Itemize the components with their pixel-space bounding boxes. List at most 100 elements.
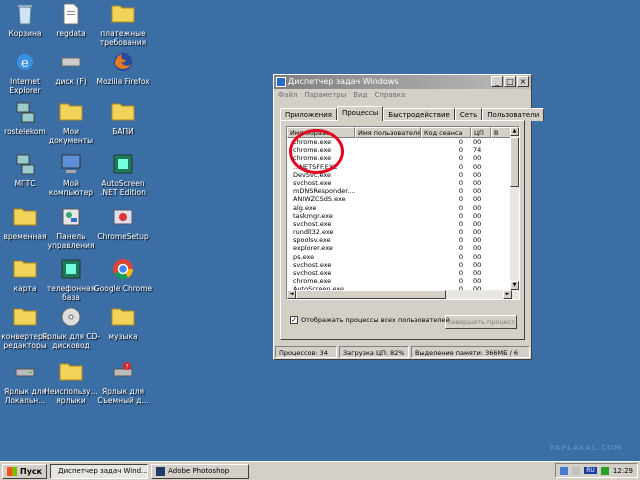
close-button[interactable]: × <box>517 76 529 87</box>
end-process-button[interactable]: Завершить процесс <box>445 315 517 329</box>
process-name: alg.exe <box>293 203 317 212</box>
taskbar: Пуск Диспетчер задач Wind... Adobe Photo… <box>0 461 640 480</box>
svg-text:e: e <box>21 56 29 71</box>
process-name: spoolsv.exe <box>293 236 331 245</box>
language-indicator[interactable]: RU <box>584 467 597 474</box>
process-row[interactable]: chrome.exe 0 74 <box>287 146 519 154</box>
process-row[interactable]: chrome.exe 0 00 <box>287 138 519 146</box>
column-cpu[interactable]: ЦП <box>471 127 491 138</box>
taskbar-task-photoshop[interactable]: Adobe Photoshop <box>151 463 250 479</box>
task-manager-window[interactable]: Диспетчер задач Windows _ □ × Файл Парам… <box>273 74 545 360</box>
menu-options[interactable]: Параметры <box>304 89 346 101</box>
volume-icon[interactable] <box>572 466 581 475</box>
process-cpu: 00 <box>473 170 482 179</box>
process-name: taskmgr.exe <box>293 211 333 220</box>
desktop-icon-label: Google Chrome <box>93 284 153 293</box>
process-row[interactable]: mDNSResponder.... 0 00 <box>287 187 519 195</box>
process-session: 0 <box>458 195 463 204</box>
process-user <box>355 261 421 269</box>
process-cpu: 00 <box>473 269 482 277</box>
desktop-icon[interactable]: Mozilla Firefox <box>92 50 154 86</box>
window-title: Диспетчер задач Windows <box>288 77 399 86</box>
folder-icon <box>59 360 83 384</box>
desktop-icon[interactable]: AutoScreen .NET Edition <box>92 152 154 197</box>
process-user <box>355 146 421 154</box>
doc-icon <box>59 2 83 26</box>
desktop-icon[interactable]: платежные требования <box>92 2 154 47</box>
scroll-right-button[interactable]: ► <box>503 290 512 299</box>
process-session: 0 <box>458 203 463 212</box>
drive-icon <box>13 360 37 384</box>
process-row[interactable]: ANIWZCSdS.exe 0 00 <box>287 195 519 203</box>
menu-help[interactable]: Справка <box>374 89 405 101</box>
process-session: 0 <box>458 219 463 228</box>
column-session-id[interactable]: Код сеанса <box>421 127 471 138</box>
desktop-icon[interactable]: музыка <box>92 305 154 341</box>
process-row[interactable]: ps.exe 0 00 <box>287 253 519 261</box>
column-image-name[interactable]: Имя образа <box>287 127 355 138</box>
process-row[interactable]: svchost.exe 0 00 <box>287 220 519 228</box>
desktop-icon[interactable]: ChromeSetup <box>92 205 154 241</box>
desktop-icon[interactable]: Google Chrome <box>92 257 154 293</box>
net-icon <box>13 152 37 176</box>
process-row[interactable]: DevSvc.exe 0 00 <box>287 171 519 179</box>
process-user <box>355 154 421 162</box>
process-name: svchost.exe <box>293 178 332 187</box>
tray-app-icon[interactable] <box>600 466 609 475</box>
tab-processes[interactable]: Процессы <box>336 106 384 121</box>
process-user <box>355 253 421 261</box>
scroll-thumb[interactable] <box>510 137 519 187</box>
minimize-button[interactable]: _ <box>491 76 503 87</box>
process-cpu: 00 <box>473 211 482 220</box>
start-label: Пуск <box>20 466 43 476</box>
title-bar[interactable]: Диспетчер задач Windows _ □ × <box>274 75 531 89</box>
process-row[interactable]: svchost.exe 0 00 <box>287 179 519 187</box>
process-cpu: 00 <box>473 162 482 171</box>
process-name: chrome.exe <box>293 277 332 286</box>
network-icon[interactable] <box>560 466 569 475</box>
scroll-down-button[interactable]: ▼ <box>510 281 519 290</box>
process-name: ps.exe <box>293 252 315 261</box>
process-rows: chrome.exe 0 00 chrome.exe 0 74 chrome.exe 0 00.… <box>287 138 519 294</box>
show-all-checkbox[interactable]: ✓ <box>290 316 298 324</box>
process-row[interactable]: svchost.exe 0 00 <box>287 261 519 269</box>
h-scroll-thumb[interactable] <box>296 290 446 299</box>
start-button[interactable]: Пуск <box>2 463 48 479</box>
process-row[interactable]: explorer.exe 0 00 <box>287 244 519 252</box>
svg-text:?: ? <box>126 364 129 371</box>
desktop-icon[interactable]: ? Ярлык для Съемный д... <box>92 360 154 405</box>
process-cpu: 00 <box>473 219 482 228</box>
column-user-name[interactable]: Имя пользователя <box>355 127 421 138</box>
column-mem[interactable]: В <box>491 127 511 138</box>
scroll-left-button[interactable]: ◄ <box>287 290 296 299</box>
process-user <box>355 179 421 187</box>
process-list[interactable]: Имя образа Имя пользователя Код сеанса Ц… <box>286 126 520 300</box>
desktop-icon[interactable]: БАПИ <box>92 100 154 136</box>
process-row[interactable]: taskmgr.exe 0 00 <box>287 212 519 220</box>
disk-icon <box>59 50 83 74</box>
process-user <box>355 212 421 220</box>
menu-view[interactable]: Вид <box>353 89 367 101</box>
process-row[interactable]: alg.exe 0 00 <box>287 204 519 212</box>
scroll-up-button[interactable]: ▲ <box>510 127 519 136</box>
process-row[interactable]: rundll32.exe 0 00 <box>287 228 519 236</box>
desktop-icon-label: Ярлык для Съемный д... <box>97 387 149 405</box>
clock[interactable]: 12:29 <box>613 467 633 475</box>
process-row[interactable]: chrome.exe 0 00 <box>287 277 519 285</box>
process-row[interactable]: ...NETSFF.EXE 0 00 <box>287 163 519 171</box>
process-row[interactable]: svchost.exe 0 00 <box>287 269 519 277</box>
process-row[interactable]: spoolsv.exe 0 00 <box>287 236 519 244</box>
setup-icon <box>111 205 135 229</box>
process-row[interactable]: chrome.exe 0 00 <box>287 154 519 162</box>
process-cpu: 00 <box>473 244 482 253</box>
status-cpu: Загрузка ЦП: 82% <box>339 346 409 358</box>
windows-logo-icon <box>7 466 17 476</box>
horizontal-scrollbar[interactable]: ◄ ► <box>287 290 512 299</box>
vertical-scrollbar[interactable]: ▲ ▼ <box>510 127 519 299</box>
menu-file[interactable]: Файл <box>278 89 297 101</box>
firefox-icon <box>111 50 135 74</box>
maximize-button[interactable]: □ <box>504 76 516 87</box>
process-session: 0 <box>458 187 463 196</box>
process-user <box>355 204 421 212</box>
taskbar-task-taskmgr[interactable]: Диспетчер задач Wind... <box>50 463 149 479</box>
